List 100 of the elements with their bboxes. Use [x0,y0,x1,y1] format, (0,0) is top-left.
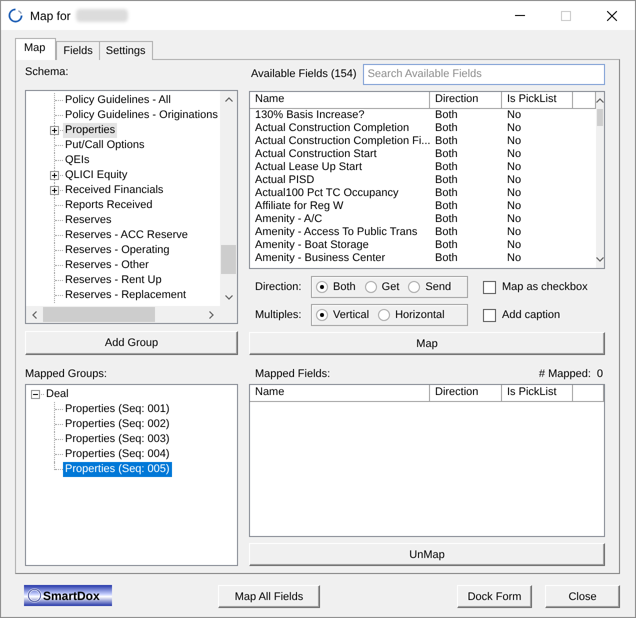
table-cell-text: No [506,122,522,135]
app-logo-icon [8,8,23,23]
table-cell-text: Amenity - Access To Public Trans [254,226,418,239]
table-cell-text: 130% Basis Increase? [254,109,366,122]
chevron-down-icon[interactable] [224,295,232,300]
radio-option[interactable]: Get [364,281,400,293]
table-cell-text: Actual Construction Start [254,148,378,161]
tree-item[interactable]: Reports Received [63,198,154,213]
tree-item[interactable]: Properties [63,123,118,138]
table-cell-text: Both [434,174,459,187]
tree-item[interactable]: Reserves - Rent Up [63,273,164,288]
chevron-up-icon[interactable] [224,97,232,102]
checkbox-option[interactable]: Map as checkbox [483,280,588,294]
map-button[interactable]: Map [249,332,605,355]
tab[interactable]: Map [15,38,56,60]
table-cell-text: Actual Construction Completion Fi... [254,135,430,148]
expand-icon[interactable] [50,126,59,135]
tree-item[interactable]: Properties (Seq: 002) [63,417,172,432]
table-cell-text: Both [434,148,459,161]
table-cell-text: Actual Lease Up Start [254,161,364,174]
tree-item[interactable]: QLICI Equity [63,168,130,183]
mapped-fields-label: Mapped Fields: [255,367,330,381]
table-cell-text: No [506,213,522,226]
table-cell-text: No [506,109,522,122]
tree-item[interactable]: Reserves - Replacement [63,288,188,303]
scrollbar-thumb[interactable] [43,307,155,322]
chevron-up-icon[interactable] [596,98,604,103]
table-cell-text: Both [434,213,459,226]
table-cell-text: No [506,252,522,265]
mapped-count-label: # Mapped: [538,367,591,381]
tree-item[interactable]: Properties (Seq: 004) [63,447,172,462]
table-cell-text: Both [434,252,459,265]
table-cell-text: No [506,135,522,148]
close-button[interactable]: Close [545,585,620,608]
tree-item[interactable]: Properties (Seq: 001) [63,402,172,417]
unmap-button[interactable]: UnMap [249,543,605,566]
setting-label: Direction: [254,280,302,294]
table-cell-text: Amenity - A/C [254,213,324,226]
column-header[interactable]: Direction [430,92,502,109]
table-cell-text: Both [434,239,459,252]
tree-item[interactable]: Policy Guidelines - All [63,93,173,108]
tree-item[interactable]: Received Financials [63,183,166,198]
tab[interactable]: Fields [56,41,100,60]
column-header[interactable]: Is PickList [502,92,573,109]
table-cell-text: No [506,226,522,239]
checkbox-option[interactable]: Add caption [483,308,560,322]
column-header[interactable]: Is PickList [502,385,573,402]
tree-item[interactable]: QEIs [63,153,92,168]
expand-icon[interactable] [50,171,59,180]
column-header[interactable]: Name [250,385,430,402]
column-header[interactable]: Name [250,92,430,109]
table-cell-text: Actual100 Pct TC Occupancy [254,187,400,200]
expand-icon[interactable] [50,186,59,195]
horizontal-scrollbar[interactable] [26,306,220,323]
map-all-fields-button[interactable]: Map All Fields [218,585,320,608]
tab[interactable]: Settings [98,41,152,60]
table-cell-text: Both [434,109,459,122]
table-cell-text: Both [434,187,459,200]
collapse-icon[interactable] [31,390,40,399]
vertical-scrollbar[interactable] [596,92,604,268]
table-cell-text: Both [434,226,459,239]
tree-item[interactable]: Reserves - ACC Reserve [63,228,190,243]
table-cell-text: Actual PISD [254,174,316,187]
scrollbar-thumb[interactable] [221,245,236,274]
table-cell-text: Both [434,161,459,174]
radio-option[interactable]: Both [316,281,356,293]
chevron-down-icon[interactable] [596,257,604,262]
table-cell-text: Amenity - Business Center [254,252,386,265]
mapped-groups-label: Mapped Groups: [25,367,107,381]
table-cell-text: No [506,187,522,200]
tree-item[interactable]: Reserves [63,213,114,228]
vertical-scrollbar[interactable] [220,91,237,306]
radio-option[interactable]: Horizontal [378,309,445,321]
scrollbar-thumb[interactable] [597,109,603,126]
tree-item[interactable]: Properties (Seq: 005) [63,462,172,477]
table-cell-text: Both [434,135,459,148]
tree-item[interactable]: Properties (Seq: 003) [63,432,172,447]
search-field[interactable]: Search Available Fields [362,64,605,84]
chevron-right-icon[interactable] [209,310,214,318]
tree-item[interactable]: Put/Call Options [63,138,146,153]
dock-form-button[interactable]: Dock Form [457,585,532,608]
radio-option[interactable]: Send [408,281,452,293]
table-cell-text: Actual Construction Completion [254,122,410,135]
table-cell-text: Both [434,200,459,213]
radio-option[interactable]: Vertical [316,309,370,321]
table-cell-text: No [506,200,522,213]
column-header[interactable]: Direction [430,385,502,402]
table-cell-text: No [506,239,522,252]
table-cell-text: No [506,148,522,161]
tree-item[interactable]: Policy Guidelines - Originations [63,108,220,123]
schema-label: Schema: [25,65,68,79]
logo-icon [27,588,42,603]
setting-label: Multiples: [254,308,302,322]
tree-item[interactable]: Deal [44,387,71,402]
redacted-block [76,9,128,22]
chevron-left-icon[interactable] [32,310,37,318]
window-title: Map for [30,8,71,22]
tree-item[interactable]: Reserves - Operating [63,243,172,258]
add-group-button[interactable]: Add Group [25,331,238,355]
tree-item[interactable]: Reserves - Other [63,258,151,273]
